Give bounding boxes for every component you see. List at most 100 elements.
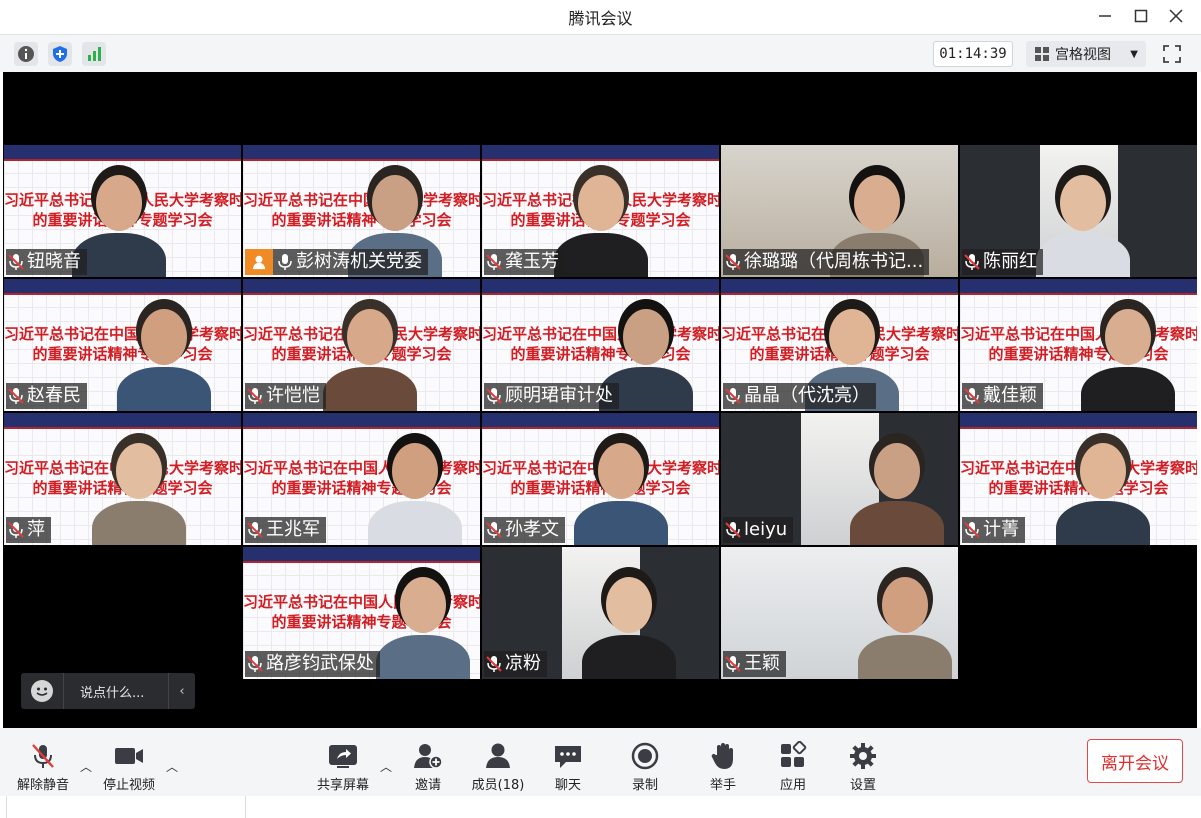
mic-muted-icon: [8, 522, 24, 538]
participant-tile[interactable]: leiyu: [721, 413, 958, 545]
view-mode-select[interactable]: 宫格视图 ▼: [1026, 41, 1146, 67]
participant-name: 王兆军: [266, 519, 320, 540]
slide-header-band: [4, 413, 241, 429]
mic-muted-icon: [725, 388, 741, 404]
slide-header-band: [4, 145, 241, 161]
participant-name: 孙孝文: [505, 519, 559, 540]
participant-tile[interactable]: 徐璐璐（代周栋书记...: [721, 145, 958, 277]
divider: [63, 673, 64, 709]
stop-video-button[interactable]: 停止视频: [94, 740, 164, 793]
chevron-up-icon[interactable]: ︿: [166, 758, 178, 775]
record-button[interactable]: 录制: [610, 740, 680, 793]
participant-video: [368, 565, 478, 679]
members-button[interactable]: 成员(18): [463, 740, 533, 793]
participant-tile[interactable]: 习近平总书记在中国人民大学考察时 的重要讲话精神专题学习会 王兆军: [243, 413, 480, 545]
participant-tile[interactable]: 王颖: [721, 547, 958, 679]
apps-button[interactable]: 应用: [758, 740, 828, 793]
chat-input-bubble[interactable]: 说点什么... ‹: [21, 673, 195, 709]
chat-button[interactable]: 聊天: [533, 740, 603, 793]
mic-muted-icon: [964, 522, 980, 538]
participant-tile[interactable]: 习近平总书记在中国人民大学考察时的重要讲话精神专题学习会晶晶（代沈亮）: [721, 279, 958, 411]
slide-header-band: [482, 413, 719, 429]
leave-meeting-button[interactable]: 离开会议: [1087, 739, 1183, 783]
mic-muted-icon: [964, 388, 980, 404]
mic-muted-icon: [725, 656, 741, 672]
maximize-icon: [1134, 9, 1148, 23]
participant-name: 计菁: [983, 519, 1019, 540]
slide-header-band: [482, 279, 719, 295]
invite-label: 邀请: [414, 778, 441, 793]
participant-tile[interactable]: 习近平总书记在中国人民大学考察时的重要讲话精神专题学习会计菁: [960, 413, 1197, 545]
participant-video: [566, 431, 676, 545]
fullscreen-button[interactable]: [1160, 42, 1184, 66]
participant-name-label: 路彦钧武保处: [245, 651, 380, 677]
record-label: 录制: [631, 778, 658, 793]
background-window-strip: [0, 796, 1201, 818]
participant-name-label: 顾明珺审计处: [484, 383, 619, 409]
chevron-left-icon[interactable]: ‹: [169, 684, 195, 699]
participant-name-label: 王颖: [723, 651, 786, 677]
settings-button[interactable]: 设置: [828, 740, 898, 793]
gear-icon: [850, 743, 876, 769]
mic-muted-icon: [964, 254, 980, 270]
maximize-button[interactable]: [1128, 5, 1154, 27]
close-button[interactable]: [1163, 5, 1189, 27]
info-icon[interactable]: [14, 42, 38, 66]
participant-video: [84, 431, 194, 545]
emoji-icon[interactable]: [31, 680, 53, 702]
meeting-timer: 01:14:39: [933, 41, 1013, 67]
mic-muted-icon: [486, 656, 502, 672]
participant-name: 彭树涛机关党委: [296, 251, 422, 272]
close-icon: [1169, 9, 1183, 23]
participant-name-label: 彭树涛机关党委: [245, 249, 428, 275]
chat-placeholder: 说点什么...: [80, 685, 145, 701]
participant-name-label: 钮晓音: [6, 249, 87, 275]
participant-tile[interactable]: 习近平总书记在中国人民大学考察时 的重要讲话精神专题学习会 路彦钧武保处: [243, 547, 480, 679]
participant-tile[interactable]: 习近平总书记在中国人民大学考察时 的重要讲话精神专题学习会 顾明珺审计处: [482, 279, 719, 411]
slide-header-band: [243, 413, 480, 429]
slide-header-band: [960, 279, 1197, 295]
mic-muted-icon: [247, 656, 263, 672]
mic-muted-icon: [8, 254, 24, 270]
participant-tile[interactable]: 陈丽红: [960, 145, 1197, 277]
chevron-up-icon[interactable]: ︿: [80, 758, 92, 775]
participant-tile[interactable]: 习近平总书记在中国人民大学考察时的重要讲话精神专题学习会许恺恺: [243, 279, 480, 411]
minimize-button[interactable]: [1092, 5, 1118, 27]
participant-tile[interactable]: 习近平总书记在中国人民大学考察时的重要讲话精神专题学习会龚玉芳: [482, 145, 719, 277]
mic-muted-icon: [32, 744, 54, 768]
fullscreen-icon: [1163, 45, 1181, 63]
share-screen-icon: [329, 745, 357, 768]
participant-video: [842, 431, 952, 545]
slide-header-band: [960, 413, 1197, 429]
participant-video: [574, 565, 684, 679]
shield-icon[interactable]: [48, 42, 72, 66]
participant-name-label: 赵春民: [6, 383, 87, 409]
participant-tile[interactable]: 习近平总书记在中国人民大学考察时的重要讲话精神专题学习会萍: [4, 413, 241, 545]
title-bar: 腾讯会议: [0, 0, 1201, 34]
participant-tile[interactable]: 习近平总书记在中国人民大学考察时的重要讲话精神专题学习会孙孝文: [482, 413, 719, 545]
participant-name-label: 王兆军: [245, 517, 326, 543]
participant-video: [360, 431, 470, 545]
unmute-button[interactable]: 解除静音: [8, 740, 78, 793]
invite-button[interactable]: 邀请: [393, 740, 463, 793]
mic-icon: [278, 254, 292, 270]
participant-video: [1073, 297, 1183, 411]
participant-name: 徐璐璐（代周栋书记...: [744, 251, 924, 272]
participant-name: 萍: [27, 519, 45, 540]
members-icon: [486, 743, 510, 768]
share-screen-button[interactable]: 共享屏幕: [308, 740, 378, 793]
participant-tile[interactable]: 凉粉: [482, 547, 719, 679]
raise-hand-button[interactable]: 举手: [688, 740, 758, 793]
participant-name: 晶晶（代沈亮）: [744, 385, 870, 406]
participant-tile[interactable]: 习近平总书记在中国人民大学考察时 的重要讲话精神专题学习会 彭树涛机关党委: [243, 145, 480, 277]
participant-name: 赵春民: [27, 385, 81, 406]
chevron-up-icon[interactable]: ︿: [380, 758, 392, 775]
slide-header-band: [243, 145, 480, 161]
slide-header-band: [721, 279, 958, 295]
participant-tile[interactable]: 习近平总书记在中国人民大学考察时的重要讲话精神专题学习会钮晓音: [4, 145, 241, 277]
participant-name: 王颖: [744, 653, 780, 674]
signal-icon[interactable]: [82, 42, 106, 66]
participant-tile[interactable]: 习近平总书记在中国人民大学考察时 的重要讲话精神专题学习会 赵春民: [4, 279, 241, 411]
mic-muted-icon: [725, 522, 741, 538]
participant-tile[interactable]: 习近平总书记在中国人民大学考察时 的重要讲话精神专题学习会 戴佳颖: [960, 279, 1197, 411]
